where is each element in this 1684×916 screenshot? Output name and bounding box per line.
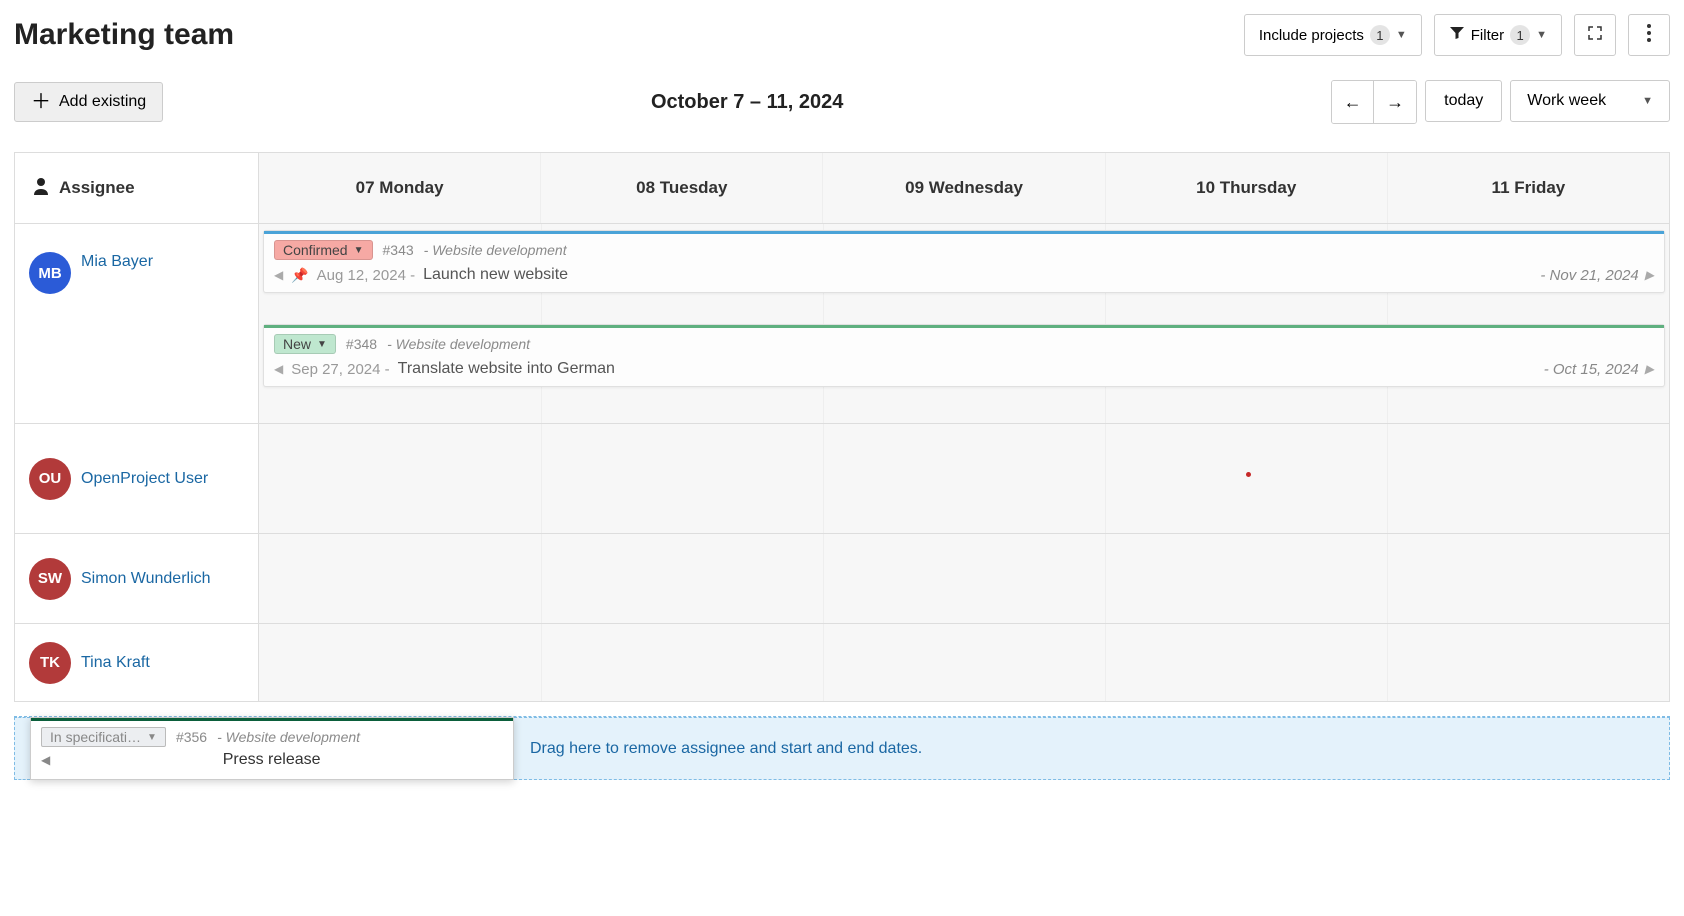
view-mode-select[interactable]: Work week ▼ <box>1510 80 1670 122</box>
assignee-link[interactable]: Tina Kraft <box>81 653 150 673</box>
chevron-down-icon: ▼ <box>147 732 157 743</box>
avatar: MB <box>29 252 71 294</box>
add-existing-label: Add existing <box>59 93 146 111</box>
day-header: 07 Monday <box>259 153 541 223</box>
pin-icon: 📌 <box>291 267 308 284</box>
arrow-left-icon: ← <box>1344 92 1362 113</box>
today-button[interactable]: today <box>1425 80 1502 122</box>
work-package-title: Press release <box>223 751 321 769</box>
chevron-down-icon: ▼ <box>354 245 364 256</box>
include-projects-label: Include projects <box>1259 27 1364 44</box>
assignee-link[interactable]: OpenProject User <box>81 469 208 489</box>
assignee-row[interactable]: TK Tina Kraft <box>15 624 259 701</box>
include-projects-button[interactable]: Include projects 1 ▼ <box>1244 14 1422 56</box>
assignee-row[interactable]: SW Simon Wunderlich <box>15 534 259 623</box>
card-accent <box>264 325 1664 328</box>
work-package-id: #348 <box>346 336 377 352</box>
assignee-row[interactable]: OU OpenProject User <box>15 424 259 533</box>
chevron-right-icon: ▶ <box>1645 362 1654 376</box>
avatar: TK <box>29 642 71 684</box>
end-date: - Nov 21, 2024 <box>1540 267 1638 284</box>
start-date: Aug 12, 2024 - <box>317 267 415 284</box>
page-title: Marketing team <box>14 18 1232 52</box>
chevron-down-icon: ▼ <box>1642 95 1653 107</box>
next-week-button[interactable]: → <box>1374 81 1416 123</box>
avatar: SW <box>29 558 71 600</box>
unassign-drop-zone[interactable]: Drag here to remove assignee and start a… <box>514 717 1670 780</box>
more-menu-button[interactable] <box>1628 14 1670 56</box>
card-accent <box>264 231 1664 234</box>
chevron-left-icon: ◀ <box>41 753 50 767</box>
filter-button[interactable]: Filter 1 ▼ <box>1434 14 1562 56</box>
status-pill[interactable]: New ▼ <box>274 334 336 354</box>
day-header: 10 Thursday <box>1106 153 1388 223</box>
assignee-header: Assignee <box>59 178 135 198</box>
assignee-link[interactable]: Mia Bayer <box>81 252 153 272</box>
day-header: 11 Friday <box>1388 153 1669 223</box>
arrow-right-icon: → <box>1386 92 1404 113</box>
assignee-link[interactable]: Simon Wunderlich <box>81 569 211 589</box>
filter-count-badge: 1 <box>1510 25 1530 45</box>
filter-label: Filter <box>1471 27 1504 44</box>
work-package-title: Launch new website <box>423 266 568 284</box>
person-icon <box>33 177 49 200</box>
work-package-project: - Website development <box>424 242 567 258</box>
work-package-project: - Website development <box>217 729 360 745</box>
include-projects-count-badge: 1 <box>1370 25 1390 45</box>
funnel-icon <box>1449 25 1465 45</box>
date-range: October 7 – 11, 2024 <box>163 91 1331 114</box>
chevron-right-icon: ▶ <box>1645 268 1654 282</box>
status-pill[interactable]: In specificati… ▼ <box>41 727 166 747</box>
card-accent <box>31 718 513 721</box>
assignee-row[interactable]: MB Mia Bayer <box>15 224 259 423</box>
avatar: OU <box>29 458 71 500</box>
status-label: In specificati… <box>50 729 141 745</box>
add-existing-button[interactable]: ＋ Add existing <box>14 82 163 122</box>
prev-week-button[interactable]: ← <box>1332 81 1374 123</box>
chevron-left-icon: ◀ <box>274 268 283 282</box>
end-date: - Oct 15, 2024 <box>1544 361 1639 378</box>
expand-icon <box>1587 25 1603 46</box>
chevron-down-icon: ▼ <box>1536 29 1547 41</box>
chevron-down-icon: ▼ <box>1396 29 1407 41</box>
indicator-dot <box>1246 472 1251 477</box>
status-label: New <box>283 336 311 352</box>
kebab-icon <box>1647 24 1651 47</box>
day-header: 09 Wednesday <box>823 153 1105 223</box>
dragging-work-package-card[interactable]: In specificati… ▼ #356 - Website develop… <box>30 717 514 780</box>
start-date: Sep 27, 2024 - <box>291 361 389 378</box>
work-package-title: Translate website into German <box>398 360 615 378</box>
fullscreen-button[interactable] <box>1574 14 1616 56</box>
view-mode-label: Work week <box>1527 92 1606 110</box>
work-package-card[interactable]: Confirmed ▼ #343 - Website development ◀… <box>263 230 1665 293</box>
drop-hint-text: Drag here to remove assignee and start a… <box>530 740 922 758</box>
chevron-down-icon: ▼ <box>317 339 327 350</box>
status-label: Confirmed <box>283 242 348 258</box>
day-header: 08 Tuesday <box>541 153 823 223</box>
chevron-left-icon: ◀ <box>274 362 283 376</box>
work-package-id: #343 <box>383 242 414 258</box>
team-planner-grid: Assignee 07 Monday 08 Tuesday 09 Wednesd… <box>14 152 1670 702</box>
status-pill[interactable]: Confirmed ▼ <box>274 240 373 260</box>
work-package-id: #356 <box>176 729 207 745</box>
work-package-card[interactable]: New ▼ #348 - Website development ◀ Sep 2… <box>263 324 1665 387</box>
work-package-project: - Website development <box>387 336 530 352</box>
